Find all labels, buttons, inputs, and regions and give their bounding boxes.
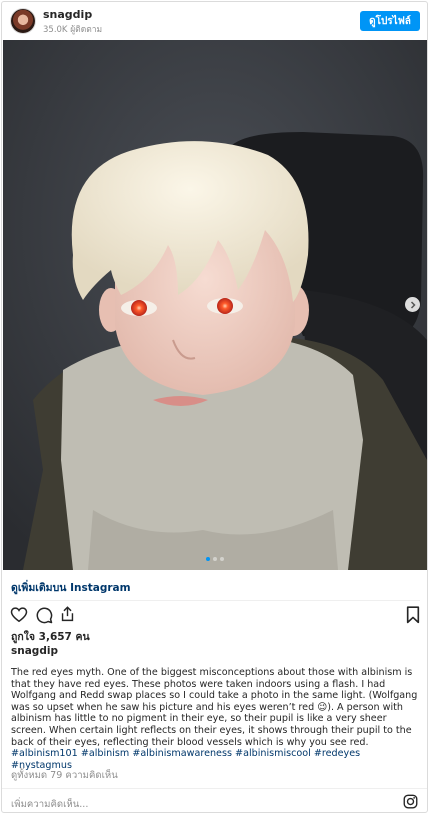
caption-text: The red eyes myth. One of the biggest mi… (11, 667, 418, 748)
carousel-dot (213, 557, 217, 561)
bookmark-icon[interactable] (406, 606, 420, 624)
post-caption: The red eyes myth. One of the biggest mi… (11, 667, 421, 771)
view-profile-button[interactable]: ดูโปรไฟล์ (360, 11, 420, 31)
view-more-on-instagram-link[interactable]: ดูเพิ่มเติมบน Instagram (11, 579, 131, 596)
hashtag-link[interactable]: #albinism101 (11, 748, 78, 759)
hashtag-link[interactable]: #albinism (81, 748, 129, 759)
carousel-dot (220, 557, 224, 561)
caption-author[interactable]: snagdip (11, 645, 58, 657)
post-header: snagdip 35.0K ผู้ติดตาม ดูโปรไฟล์ (2, 2, 427, 40)
hashtag-link[interactable]: #albinismiscool (235, 748, 311, 759)
instagram-embed-card: snagdip 35.0K ผู้ติดตาม ดูโปรไฟล์ ดูเพิ่… (1, 1, 428, 813)
hashtag-link[interactable]: #redeyes (314, 748, 360, 759)
carousel-dot (206, 557, 210, 561)
chevron-right-icon (410, 300, 416, 309)
comment-icon[interactable] (35, 606, 53, 624)
hashtag-link[interactable]: #albinismawareness (132, 748, 232, 759)
child-portrait-image (3, 40, 427, 570)
avatar[interactable] (11, 9, 35, 33)
divider (10, 600, 420, 601)
view-all-comments-link[interactable]: ดูทั้งหมด 79 ความคิดเห็น (11, 768, 118, 783)
heart-icon[interactable] (10, 606, 28, 623)
divider (2, 788, 427, 789)
instagram-logo-icon[interactable] (403, 794, 418, 809)
like-count[interactable]: ถูกใจ 3,657 คน (11, 628, 90, 645)
add-comment-link[interactable]: เพิ่มความคิดเห็น... (11, 797, 88, 812)
share-icon[interactable] (59, 605, 76, 623)
post-photo[interactable] (3, 40, 427, 570)
username[interactable]: snagdip (43, 8, 92, 21)
carousel-dots (3, 557, 427, 561)
follower-count: 35.0K ผู้ติดตาม (43, 25, 103, 35)
next-slide-button[interactable] (405, 297, 420, 312)
